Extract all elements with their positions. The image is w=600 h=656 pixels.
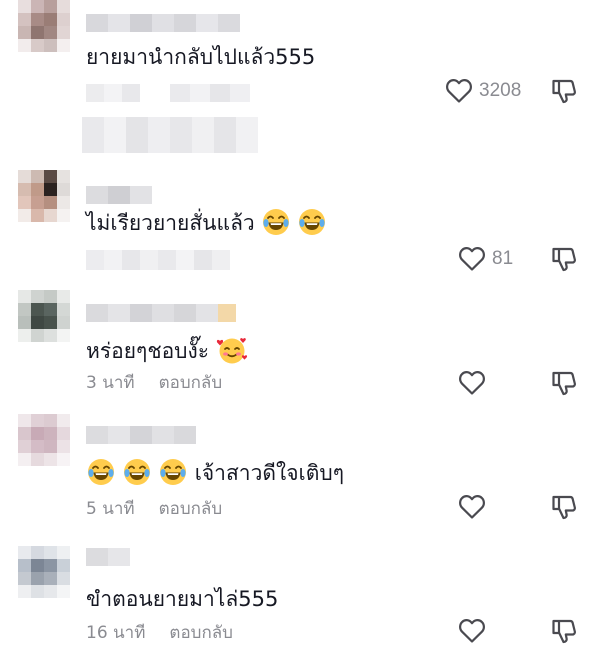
- dislike-button[interactable]: [550, 77, 578, 105]
- heart-outline-icon: [459, 247, 485, 271]
- like-count: 3208: [479, 80, 522, 101]
- like-button[interactable]: [458, 494, 486, 520]
- username-redacted[interactable]: [86, 426, 196, 444]
- avatar[interactable]: [18, 290, 70, 342]
- comment-text-content: ยายมานำกลับไปแล้ว555: [86, 45, 316, 69]
- smiling-hearts-emoji: [216, 338, 247, 364]
- laughing-emoji: [263, 209, 290, 235]
- thumbs-down-outline-icon: [552, 247, 576, 272]
- comment-text: ยายมานำกลับไปแล้ว555: [86, 42, 315, 72]
- like-button[interactable]: 3208: [445, 78, 521, 104]
- avatar[interactable]: [18, 414, 70, 466]
- dislike-button[interactable]: [550, 245, 578, 273]
- dislike-button[interactable]: [550, 617, 578, 645]
- laughing-emoji: [124, 459, 150, 485]
- comment-meta: 3 นาที ตอบกลับ: [86, 372, 222, 394]
- thumbs-down-outline-icon: [552, 495, 576, 520]
- heart-outline-icon: [459, 371, 485, 395]
- comment-text: หร่อยๆชอบงั๊ะ: [86, 336, 248, 367]
- reply-thread-redacted: [82, 117, 258, 153]
- comment-text-content: เจ้าสาวดีใจเติบๆ: [194, 461, 344, 485]
- meta-redacted: [86, 84, 250, 102]
- heart-outline-icon: [446, 79, 472, 103]
- comment-text: เจ้าสาวดีใจเติบๆ: [86, 458, 344, 489]
- username-redacted[interactable]: [86, 304, 236, 322]
- laughing-emoji: [88, 459, 114, 485]
- username-redacted[interactable]: [86, 548, 130, 566]
- reply-button[interactable]: ตอบกลับ: [159, 373, 223, 393]
- like-button[interactable]: [458, 618, 486, 644]
- comment-text-content: ไม่เรียวยายสั่นแล้ว: [86, 211, 255, 235]
- meta-redacted: [86, 250, 230, 270]
- like-count: 81: [492, 248, 514, 269]
- username-redacted[interactable]: [86, 186, 152, 204]
- thumbs-down-outline-icon: [552, 79, 576, 104]
- heart-outline-icon: [459, 619, 485, 643]
- laughing-emoji: [160, 459, 186, 485]
- avatar[interactable]: [18, 546, 70, 598]
- like-button[interactable]: [458, 370, 486, 396]
- laughing-emoji: [299, 209, 326, 235]
- comment-text: ไม่เรียวยายสั่นแล้ว: [86, 208, 327, 239]
- comment-time: 16 นาที: [86, 623, 146, 643]
- comment-text-content: หร่อยๆชอบงั๊ะ: [86, 339, 210, 363]
- comment-time: 5 นาที: [86, 499, 135, 519]
- reply-button[interactable]: ตอบกลับ: [169, 623, 233, 643]
- comment-meta: 5 นาที ตอบกลับ: [86, 498, 222, 520]
- comment-time: 3 นาที: [86, 373, 135, 393]
- dislike-button[interactable]: [550, 493, 578, 521]
- thumbs-down-outline-icon: [552, 371, 576, 396]
- username-redacted[interactable]: [86, 14, 240, 32]
- thumbs-down-outline-icon: [552, 619, 576, 644]
- comment-meta: 16 นาที ตอบกลับ: [86, 622, 233, 644]
- dislike-button[interactable]: [550, 369, 578, 397]
- like-button[interactable]: 81: [458, 246, 513, 272]
- heart-outline-icon: [459, 495, 485, 519]
- reply-button[interactable]: ตอบกลับ: [159, 499, 223, 519]
- avatar[interactable]: [18, 0, 70, 52]
- avatar[interactable]: [18, 170, 70, 222]
- comment-text: ขำตอนยายมาไล่555: [86, 584, 278, 614]
- comment-text-content: ขำตอนยายมาไล่555: [86, 587, 279, 611]
